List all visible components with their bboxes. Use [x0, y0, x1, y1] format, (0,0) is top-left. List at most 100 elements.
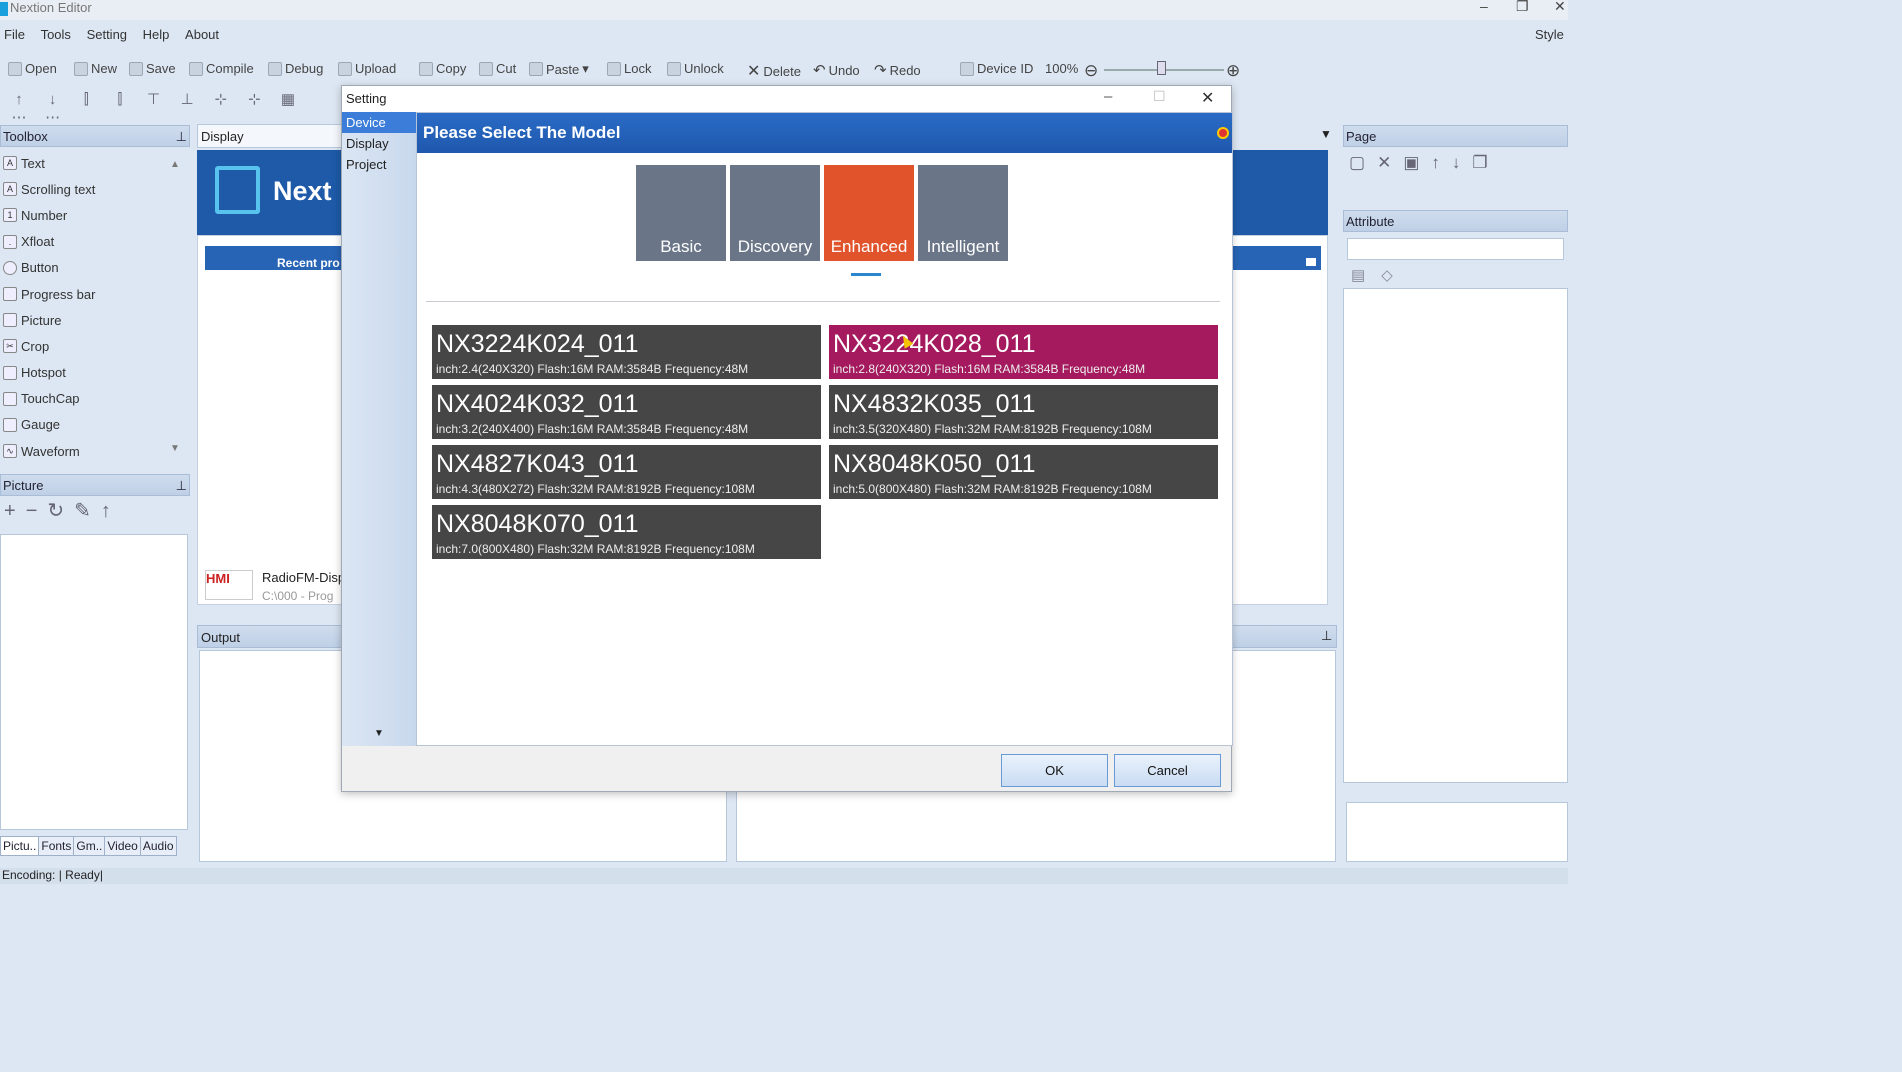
style-menu[interactable]: Style [1535, 27, 1564, 42]
toolbox-item-hotspot[interactable]: Hotspot [0, 360, 190, 386]
scroll-down-icon[interactable]: ▼ [170, 443, 180, 454]
cut-button[interactable]: Cut [479, 61, 516, 76]
compile-button[interactable]: Compile [189, 61, 254, 76]
panel-dropdown-icon[interactable]: ▼ [1320, 127, 1332, 141]
help-icon[interactable] [1217, 127, 1229, 139]
center-v-icon[interactable]: ⊹ [243, 90, 265, 108]
pin-icon[interactable]: ⊥ [176, 129, 187, 145]
debug-button[interactable]: Debug [268, 61, 323, 76]
redo-button[interactable]: ↷ Redo [874, 61, 921, 79]
align-bottom-icon[interactable]: ⊥ [176, 90, 198, 108]
collapse-icon[interactable] [1306, 258, 1316, 266]
grid-icon[interactable]: ▦ [277, 90, 299, 108]
ok-button[interactable]: OK [1001, 754, 1108, 787]
toolbox-item-progress-bar[interactable]: Progress bar [0, 281, 190, 307]
tab-pictures[interactable]: Pictu.. [0, 836, 40, 856]
insert-page-icon[interactable]: ▣ [1403, 153, 1431, 172]
attribute-grid[interactable] [1343, 288, 1568, 783]
copy-page-icon[interactable]: ❐ [1472, 153, 1499, 172]
move-down-icon[interactable]: ↓ [42, 91, 64, 108]
upload-button[interactable]: Upload [338, 61, 396, 76]
page-down-icon[interactable]: ↓ [1452, 153, 1473, 172]
zoom-in-icon[interactable]: ⊕ [1226, 61, 1240, 81]
toolbox-item-touchcap[interactable]: TouchCap [0, 386, 190, 412]
nav-device[interactable]: Device [342, 112, 416, 133]
center-h-icon[interactable]: ⊹ [210, 90, 232, 108]
sort-icon[interactable]: ▤ [1351, 267, 1381, 284]
attribute-component-select[interactable] [1347, 238, 1564, 260]
remove-picture-icon[interactable]: − [26, 500, 48, 522]
toolbox-item-number[interactable]: 1 Number [0, 202, 190, 228]
unlock-button[interactable]: Unlock [667, 61, 724, 76]
recent-file-name[interactable]: RadioFM-Disp [262, 570, 345, 585]
zoom-slider-thumb[interactable] [1157, 61, 1166, 75]
filter-icon[interactable]: ◇ [1381, 267, 1409, 284]
toolbox-item-waveform[interactable]: ∿ Waveform [0, 438, 190, 464]
replace-picture-icon[interactable]: ↻ [47, 500, 74, 522]
spacing-v-icon[interactable]: ⋯ [42, 108, 64, 126]
tab-audio[interactable]: Audio [139, 836, 177, 856]
align-right-icon[interactable]: ⫿ [109, 91, 131, 108]
paste-dropdown-icon[interactable]: ▾ [582, 61, 589, 77]
add-page-icon[interactable]: ▢ [1349, 153, 1377, 172]
model-card[interactable]: NX4024K032_011 inch:3.2(240X400) Flash:16… [432, 385, 821, 439]
edit-picture-icon[interactable]: ✎ [74, 500, 101, 522]
cancel-button[interactable]: Cancel [1114, 754, 1221, 787]
nav-project[interactable]: Project [342, 154, 416, 175]
picture-list[interactable] [0, 534, 188, 830]
category-discovery[interactable]: Discovery [730, 165, 820, 261]
open-button[interactable]: Open [8, 61, 57, 76]
device-id-button[interactable]: Device ID [960, 61, 1033, 76]
model-card[interactable]: NX8048K070_011 inch:7.0(800X480) Flash:32… [432, 505, 821, 559]
toolbox-item-gauge[interactable]: Gauge [0, 412, 190, 438]
align-top-icon[interactable]: ⊤ [143, 90, 165, 108]
toolbox-item-text[interactable]: A Text [0, 150, 190, 176]
copy-button[interactable]: Copy [419, 61, 466, 76]
spacing-h-icon[interactable]: ⋯ [8, 108, 30, 126]
menu-help[interactable]: Help [143, 27, 170, 42]
model-card[interactable]: NX4827K043_011 inch:4.3(480X272) Flash:32… [432, 445, 821, 499]
pin-icon[interactable]: ⊥ [1321, 628, 1332, 644]
menu-about[interactable]: About [185, 27, 219, 42]
tab-gmov[interactable]: Gm.. [73, 836, 106, 856]
undo-button[interactable]: ↶ Undo [813, 61, 860, 79]
paste-button[interactable]: Paste ▾ [529, 61, 589, 77]
add-picture-icon[interactable]: + [4, 500, 26, 522]
model-card[interactable]: NX4832K035_011 inch:3.5(320X480) Flash:32… [829, 385, 1218, 439]
save-button[interactable]: Save [129, 61, 176, 76]
delete-button[interactable]: ✕ Delete [747, 61, 801, 81]
tab-fonts[interactable]: Fonts [38, 836, 75, 856]
dialog-minimize-icon[interactable]: – [1104, 88, 1112, 105]
new-button[interactable]: New [74, 61, 117, 76]
toolbox-item-xfloat[interactable]: . Xfloat [0, 229, 190, 255]
pin-icon[interactable]: ⊥ [176, 478, 187, 494]
page-up-icon[interactable]: ↑ [1431, 153, 1452, 172]
menu-file[interactable]: File [4, 27, 25, 42]
delete-page-icon[interactable]: ✕ [1377, 153, 1403, 172]
move-up-icon[interactable]: ↑ [8, 91, 30, 108]
toolbox-item-crop[interactable]: ✂ Crop [0, 333, 190, 359]
move-picture-up-icon[interactable]: ↑ [101, 500, 121, 522]
tab-display[interactable]: Display [197, 124, 357, 148]
category-intelligent[interactable]: Intelligent [918, 165, 1008, 261]
restore-icon[interactable]: ❐ [1516, 0, 1529, 15]
nav-scroll-down-icon[interactable]: ▼ [374, 728, 384, 739]
dialog-close-icon[interactable]: ✕ [1201, 88, 1214, 108]
toolbox-item-picture[interactable]: Picture [0, 307, 190, 333]
align-left-icon[interactable]: ⫿ [75, 91, 97, 108]
toolbox-item-button[interactable]: Button [0, 255, 190, 281]
close-icon[interactable]: ✕ [1554, 0, 1566, 15]
dialog-maximize-icon[interactable]: ☐ [1153, 88, 1166, 105]
zoom-out-icon[interactable]: ⊖ [1084, 61, 1098, 81]
scroll-up-icon[interactable]: ▲ [170, 159, 180, 170]
model-card[interactable]: NX8048K050_011 inch:5.0(800X480) Flash:32… [829, 445, 1218, 499]
toolbox-item-scrolling-text[interactable]: A Scrolling text [0, 176, 190, 202]
menu-tools[interactable]: Tools [41, 27, 71, 42]
model-card-selected[interactable]: NX3224K028_011 inch:2.8(240X320) Flash:16… [829, 325, 1218, 379]
menu-setting[interactable]: Setting [87, 27, 127, 42]
nav-display[interactable]: Display [342, 133, 416, 154]
tab-video[interactable]: Video [104, 836, 141, 856]
category-enhanced[interactable]: Enhanced [824, 165, 914, 261]
category-basic[interactable]: Basic [636, 165, 726, 261]
minimize-icon[interactable]: – [1480, 0, 1488, 14]
